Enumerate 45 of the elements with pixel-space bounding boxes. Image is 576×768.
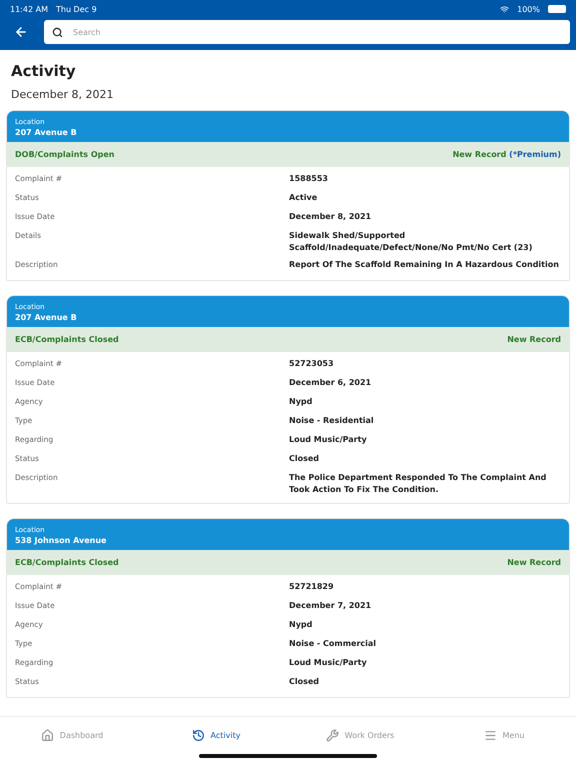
home-icon [40,729,54,742]
new-record-label: New Record (*Premium) [452,150,561,159]
field-value: Nypd [289,396,314,408]
page-title: Activity [11,62,77,80]
tab-item[interactable]: Dashboard [0,717,144,754]
new-record-label: New Record [507,558,561,567]
field-value: 1588553 [289,173,329,185]
field-value: Sidewalk Shed/Supported Scaffold/Inadequate/Defect/None/No Pmt/No Cert (23) [289,230,534,254]
field-value: Noise - Residential [289,415,375,427]
tab-item[interactable]: Menu [432,717,576,754]
field-value: Noise - Commercial [289,638,378,650]
tab-item[interactable]: Work Orders [288,717,432,754]
status-time: 11:42 AM [10,4,48,14]
search-field[interactable]: Search [44,20,570,44]
tab-item[interactable]: Activity [144,717,288,754]
field-value: Loud Music/Party [289,657,368,669]
field-value: December 7, 2021 [289,600,372,612]
location-address: 207 Avenue B [15,313,78,322]
field-value: 52721829 [289,581,335,593]
category-title: ECB/Complaints Closed [15,558,119,567]
tools-icon [326,729,339,742]
field-value: Loud Music/Party [289,434,368,446]
field-value: 52723053 [289,358,335,370]
battery-percent: 100% [517,4,540,14]
wifi-icon [500,4,510,14]
location-address: 207 Avenue B [15,128,78,137]
new-record-label: New Record [507,335,561,344]
field-value: Active [289,192,318,204]
menu-icon [484,729,497,742]
status-date: Thu Dec 9 [56,4,97,14]
category-title: ECB/Complaints Closed [15,335,119,344]
category-title: DOB/Complaints Open [15,150,114,159]
field-value: Closed [289,676,320,688]
date-heading: December 8, 2021 [11,88,115,101]
field-value: December 8, 2021 [289,211,372,223]
back-button[interactable] [14,25,28,39]
field-value: Nypd [289,619,314,631]
field-value: Closed [289,453,320,465]
field-value: The Police Department Responded To The Complaint And Took Action To Fix The Condition. [289,472,548,496]
field-value: December 6, 2021 [289,377,372,389]
search-icon [52,26,63,38]
field-value: Report Of The Scaffold Remaining In A Hazardous Condition [289,259,560,271]
history-icon [192,729,205,742]
battery-icon [548,5,566,13]
location-address: 538 Johnson Avenue [15,536,108,545]
